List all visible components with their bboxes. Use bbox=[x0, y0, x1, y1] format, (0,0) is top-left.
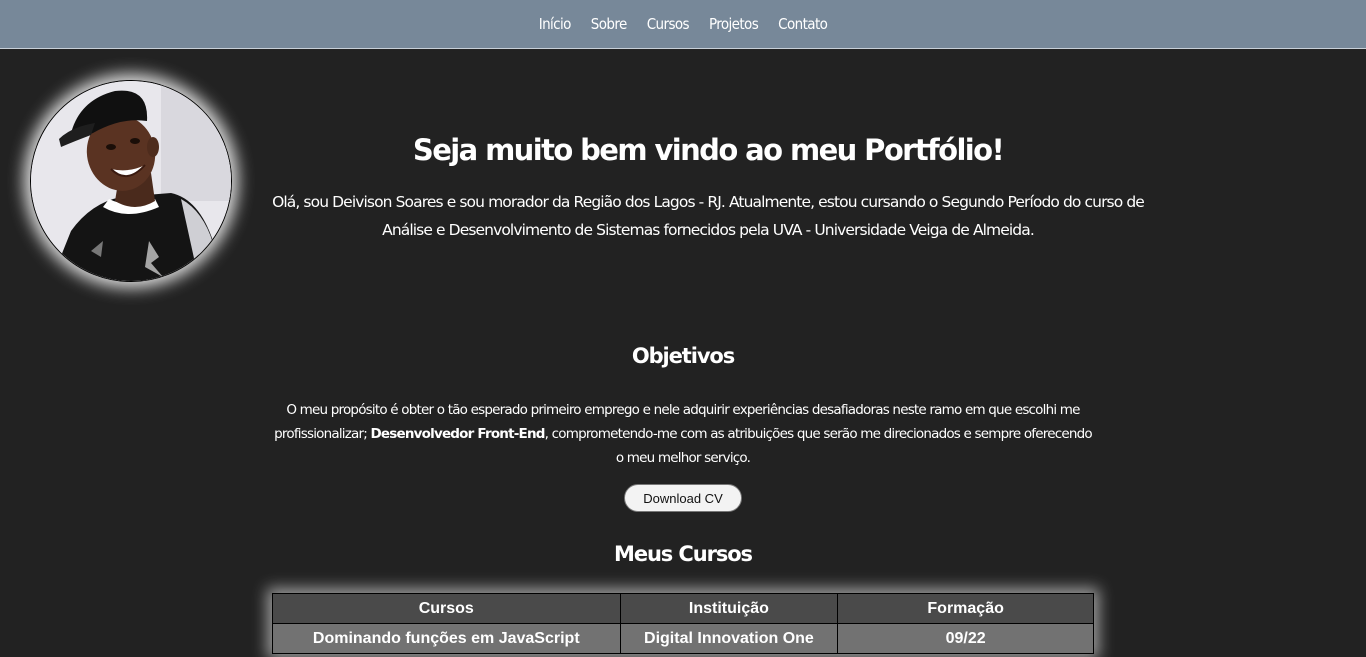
nav-link-sobre[interactable]: Sobre bbox=[591, 15, 628, 33]
nav-link-cursos[interactable]: Cursos bbox=[647, 15, 690, 33]
top-navbar: Início Sobre Cursos Projetos Contato bbox=[0, 0, 1366, 49]
column-header-course: Cursos bbox=[272, 593, 621, 624]
download-cv-button[interactable]: Download CV bbox=[624, 484, 742, 512]
courses-table: Cursos Instituição Formação Dominando fu… bbox=[272, 593, 1094, 654]
nav-link-inicio[interactable]: Início bbox=[539, 15, 572, 33]
intro-paragraph: Olá, sou Deivison Soares e sou morador d… bbox=[272, 193, 1145, 239]
objectives-text-end: , comprometendo-me com as atribuições qu… bbox=[544, 426, 1093, 466]
table-row: Dominando funções em JavaScript Digital … bbox=[272, 623, 1094, 654]
objectives-paragraph: O meu propósito é obter o tão esperado p… bbox=[270, 398, 1096, 470]
column-header-date: Formação bbox=[837, 593, 1094, 624]
courses-heading: Meus Cursos bbox=[614, 542, 753, 566]
course-date-cell: 09/22 bbox=[837, 623, 1094, 654]
course-institution-cell: Digital Innovation One bbox=[619, 623, 839, 654]
nav-link-projetos[interactable]: Projetos bbox=[709, 15, 759, 33]
courses-table-container: Cursos Instituição Formação Dominando fu… bbox=[272, 593, 1094, 654]
table-header-row: Cursos Instituição Formação bbox=[272, 593, 1094, 624]
course-name-cell: Dominando funções em JavaScript bbox=[272, 623, 621, 654]
nav-link-contato[interactable]: Contato bbox=[778, 15, 828, 33]
profile-avatar bbox=[30, 80, 232, 282]
objectives-role-highlight: Desenvolvedor Front-End bbox=[370, 426, 545, 442]
intro-section: Seja muito bem vindo ao meu Portfólio! O… bbox=[270, 126, 1146, 244]
objectives-heading: Objetivos bbox=[631, 344, 735, 368]
column-header-institution: Instituição bbox=[619, 593, 839, 624]
page-title: Seja muito bem vindo ao meu Portfólio! bbox=[412, 133, 1005, 167]
profile-photo-icon bbox=[31, 81, 231, 281]
